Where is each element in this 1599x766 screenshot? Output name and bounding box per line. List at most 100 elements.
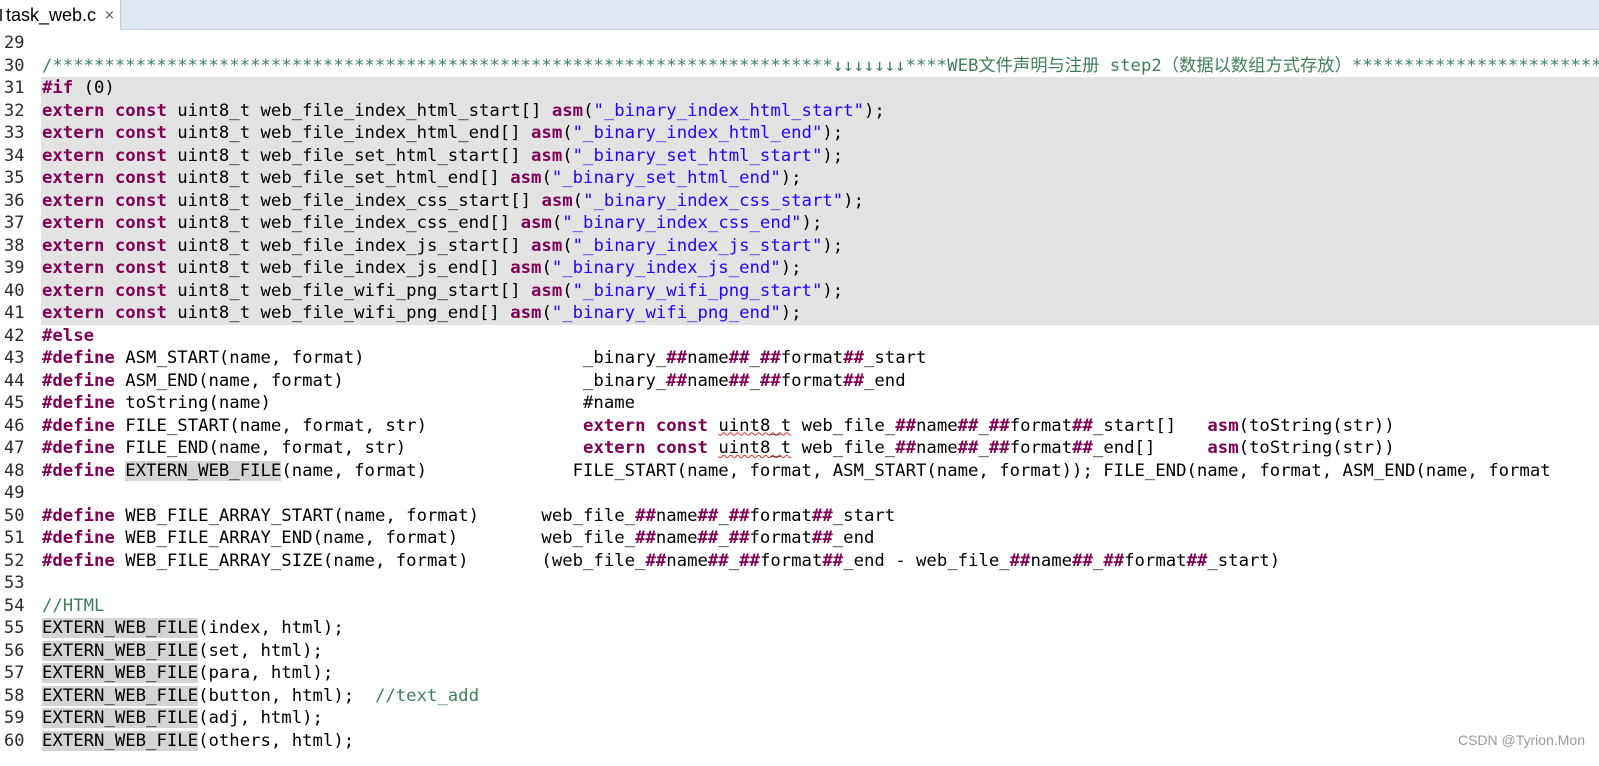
code-token: extern [42,213,105,233]
code-token: "_binary_index_html_start" [593,100,864,121]
code-line[interactable]: 38 extern const uint8_t web_file_index_js… [0,234,1599,257]
code-token: EXTERN_WEB_FILE [42,663,199,683]
code-line[interactable]: 47 #define FILE_END(name, format, str) ex… [0,437,1599,460]
code-line[interactable]: 41 extern const uint8_t web_file_wifi_png… [0,302,1599,325]
code-line[interactable]: 59 EXTERN_WEB_FILE(adj, html); [0,707,1599,730]
code-line[interactable]: 43 #define ASM_START(name, format) _binar… [0,347,1599,370]
code-token: const [114,213,167,233]
line-number: 47 [4,438,25,458]
code-line[interactable]: 53 [0,572,1599,595]
code-token: ); [780,258,802,278]
code-token: (0) [73,78,115,98]
code-token: name [655,528,698,548]
code-line[interactable]: 52 #define WEB_FILE_ARRAY_SIZE(name, form… [0,550,1599,573]
code-token: extern [42,235,105,256]
code-line[interactable]: 39 extern const uint8_t web_file_index_js… [0,257,1599,280]
code-token: "_binary_index_css_start" [583,190,844,211]
code-token: name [687,370,729,391]
code-line[interactable]: 49 [0,482,1599,505]
code-token: (set, html); [198,640,323,661]
code-token: toString(name) #name [114,393,636,413]
tab-task-web-c[interactable]: task_web.c × [0,0,121,30]
code-line[interactable]: 56 EXTERN_WEB_FILE(set, html); [0,640,1599,663]
code-token: format [780,370,844,391]
line-number: 29 [4,33,25,53]
close-icon[interactable]: × [104,9,115,22]
code-token: extern [42,303,105,323]
code-line[interactable]: 55 EXTERN_WEB_FILE(index, html); [0,617,1599,640]
code-text: #define WEB_FILE_ARRAY_END(name, format)… [41,527,1599,550]
code-line[interactable]: 33 extern const uint8_t web_file_index_ht… [0,122,1599,145]
code-token: ( [562,280,573,301]
code-token: ## [1009,550,1031,571]
watermark: CSDN @Tyrion.Mon [1457,732,1585,748]
code-token: uint8_t [718,438,792,458]
code-token: ## [728,528,750,548]
code-line[interactable]: 46 #define FILE_START(name, format, str) … [0,415,1599,438]
code-line[interactable]: 60 EXTERN_WEB_FILE(others, html); [0,730,1599,753]
code-line[interactable]: 37 extern const uint8_t web_file_index_cs… [0,212,1599,235]
code-text: EXTERN_WEB_FILE(index, html); [41,617,1599,640]
code-token: _ [728,550,740,571]
code-line[interactable]: 42 #else [0,325,1599,348]
code-line[interactable]: 48 #define EXTERN_WEB_FILE(name, format) … [0,460,1599,483]
code-token: asm [510,303,542,323]
code-text: extern const uint8_t web_file_index_js_s… [41,234,1599,257]
code-token: ## [635,528,656,548]
code-token: extern [42,280,105,301]
code-line[interactable]: 32 extern const uint8_t web_file_index_ht… [0,99,1599,122]
code-token: _ [718,528,729,548]
code-token: extern [42,100,105,121]
code-line[interactable]: 29 [0,32,1599,55]
code-text: #if (0) [41,77,1599,100]
code-token: ); [780,168,802,188]
code-token: const [114,258,167,278]
code-token: #define [42,370,115,391]
code-line[interactable]: 36 extern const uint8_t web_file_index_cs… [0,189,1599,212]
code-token: #define [42,393,115,413]
code-token: #define [42,415,115,436]
code-line[interactable]: 58 EXTERN_WEB_FILE(button, html); //text_… [0,685,1599,708]
code-line[interactable]: 44 #define ASM_END(name, format) _binary_… [0,370,1599,393]
code-line[interactable]: 51 #define WEB_FILE_ARRAY_END(name, forma… [0,527,1599,550]
code-token: name [655,505,698,526]
code-token: ## [728,348,750,368]
code-token: ## [811,505,833,526]
code-line[interactable]: 54 //HTML [0,595,1599,618]
line-number: 56 [4,640,25,661]
code-line[interactable]: 40 extern const uint8_t web_file_wifi_png… [0,279,1599,302]
code-text: #else [41,325,1599,348]
code-text: #define WEB_FILE_ARRAY_SIZE(name, format… [41,550,1599,573]
code-line[interactable]: 34 extern const uint8_t web_file_set_html… [0,144,1599,167]
code-token: //text_add [374,685,479,706]
code-token: (name, format) FILE_START(name, format, … [281,460,1551,481]
code-token: extern [583,438,646,458]
code-line[interactable]: 45 #define toString(name) #name [0,392,1599,415]
code-token: (adj, html); [198,708,323,728]
code-text: EXTERN_WEB_FILE(others, html); [41,730,1599,753]
code-line[interactable]: 57 EXTERN_WEB_FILE(para, html); [0,662,1599,685]
code-editor[interactable]: 29 30 /***********************************… [0,32,1599,766]
line-number: 40 [4,280,25,301]
code-token: //HTML [42,595,105,616]
code-token: ## [895,415,917,436]
code-token: #define [42,348,115,368]
line-number: 44 [4,370,25,391]
code-token: format [1009,415,1073,436]
code-token: extern [583,415,646,436]
code-token: _ [1092,550,1104,571]
code-token: _ [978,415,989,436]
code-token: ## [843,370,864,391]
code-token: FILE_START(name, format, str) [114,415,584,436]
code-line[interactable]: 30 /*************************************… [0,55,1599,78]
code-token: "_binary_wifi_png_end" [551,303,781,323]
code-line[interactable]: 31 #if (0) [0,77,1599,100]
code-line[interactable]: 35 extern const uint8_t web_file_set_html… [0,167,1599,190]
code-line[interactable]: 50 #define WEB_FILE_ARRAY_START(name, for… [0,505,1599,528]
code-token: ( [583,100,594,121]
